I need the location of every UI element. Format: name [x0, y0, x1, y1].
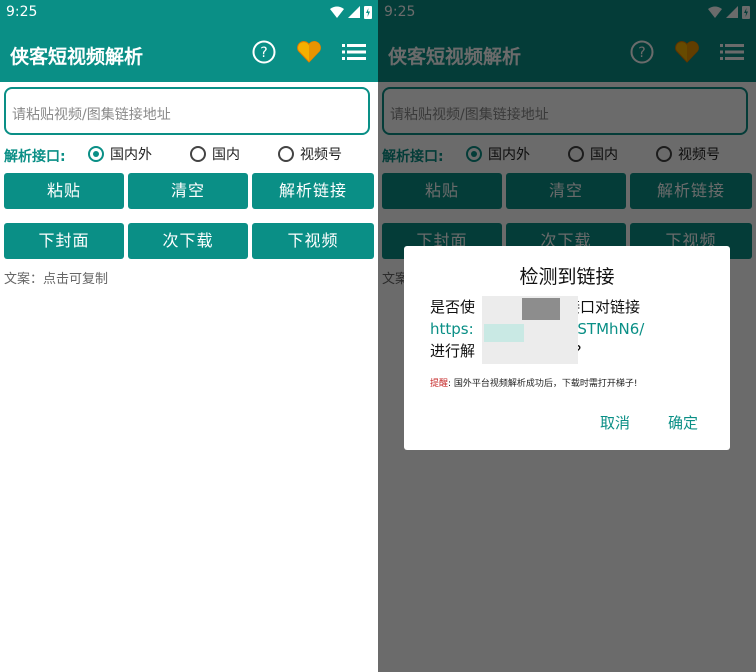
- svg-text:?: ?: [260, 45, 267, 61]
- battery-icon: [364, 6, 372, 19]
- download-cover-button[interactable]: 下封面: [4, 223, 124, 259]
- help-icon[interactable]: ?: [252, 40, 276, 64]
- dialog-screen: 9:25 侠客短视频解析 ? 请粘贴视频/图集链接地址 解析接口: 国内外 国内…: [378, 0, 756, 672]
- redacted-blur-teal: [484, 324, 524, 342]
- dialog-link: https:: [430, 320, 474, 338]
- clear-button[interactable]: 清空: [128, 173, 248, 209]
- app-bar: 侠客短视频解析 ?: [0, 26, 378, 82]
- parse-link-button[interactable]: 解析链接: [252, 173, 374, 209]
- signal-icon: [348, 6, 360, 18]
- status-icons: [330, 5, 372, 19]
- app-title: 侠客短视频解析: [10, 46, 144, 68]
- radio-domestic[interactable]: 国内: [190, 144, 240, 164]
- note-tag: 提醒: [430, 379, 449, 389]
- interface-selector: 解析接口: 国内外 国内 视频号: [4, 144, 376, 166]
- main-screen: 9:25 侠客短视频解析 ? 请粘贴视频/图集链接地址 解析接口: 国内外 国内…: [0, 0, 378, 672]
- radio-channels[interactable]: 视频号: [278, 144, 342, 164]
- radio-selected-icon: [88, 146, 104, 162]
- cancel-button[interactable]: 取消: [600, 412, 630, 433]
- radio-unselected-icon: [278, 146, 294, 162]
- copy-text-caption[interactable]: 文案：点击可复制: [4, 268, 108, 287]
- dialog-title: 检测到链接: [519, 266, 615, 288]
- app-bar-actions: ?: [252, 40, 366, 64]
- menu-list-icon[interactable]: [342, 42, 366, 62]
- paste-button[interactable]: 粘贴: [4, 173, 124, 209]
- link-input[interactable]: 请粘贴视频/图集链接地址: [4, 87, 370, 135]
- confirm-button[interactable]: 确定: [668, 412, 698, 433]
- secondary-download-button[interactable]: 次下载: [128, 223, 248, 259]
- heart-icon[interactable]: [296, 40, 322, 64]
- dialog-note: 提醒: 国外平台视频解析成功后，下载时需打开梯子!: [430, 379, 638, 389]
- link-detected-dialog: 检测到链接 是否使接口对链接 https:/kSTMhN6/ 进行解F? 提醒:…: [404, 246, 730, 450]
- download-video-button[interactable]: 下视频: [252, 223, 374, 259]
- status-bar: 9:25: [0, 0, 378, 26]
- wifi-icon: [330, 6, 344, 18]
- radio-domestic-foreign[interactable]: 国内外: [88, 144, 152, 164]
- status-time: 9:25: [6, 4, 38, 20]
- redacted-blur-dark: [522, 298, 560, 320]
- link-input-placeholder: 请粘贴视频/图集链接地址: [12, 107, 171, 123]
- radio-unselected-icon: [190, 146, 206, 162]
- interface-label: 解析接口:: [4, 149, 66, 165]
